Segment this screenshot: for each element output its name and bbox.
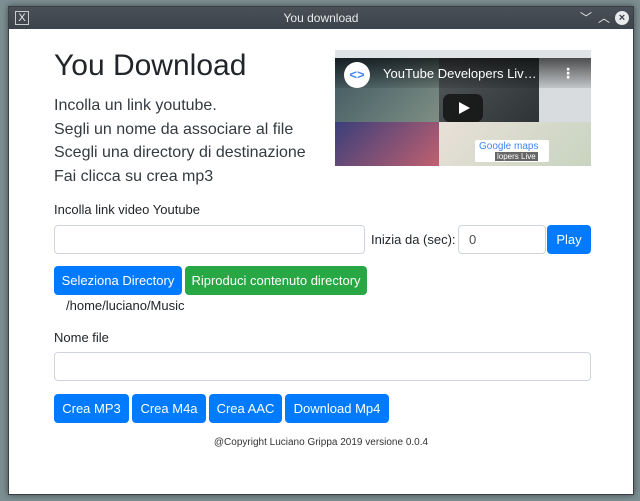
create-aac-button[interactable]: Crea AAC — [209, 394, 282, 423]
page-title: You Download — [54, 49, 247, 82]
select-directory-button[interactable]: Seleziona Directory — [54, 266, 182, 295]
minimize-icon[interactable]: ﹀ — [577, 9, 595, 27]
close-icon[interactable]: × — [615, 11, 629, 25]
youtube-dev-logo-icon: <> — [344, 62, 370, 88]
instruction-4: Fai clicca su crea mp3 — [54, 168, 214, 185]
instruction-1: Incolla un link youtube. — [54, 97, 217, 114]
link-label: Incolla link video Youtube — [54, 202, 201, 217]
play-directory-button[interactable]: Riproduci contenuto directory — [185, 266, 367, 295]
copyright-footer: @Copyright Luciano Grippa 2019 versione … — [213, 437, 429, 448]
download-mp4-button[interactable]: Download Mp4 — [285, 394, 389, 423]
more-options-icon[interactable]: ⋮ — [561, 65, 575, 82]
youtube-link-input[interactable] — [54, 225, 365, 254]
start-time-label: Inizia da (sec): — [371, 232, 456, 247]
live-label: lopers Live — [495, 152, 538, 161]
play-video-icon[interactable] — [443, 94, 483, 122]
app-window: X You download ﹀ ︿ × You Download Incoll… — [8, 6, 634, 495]
video-thumbnail — [335, 122, 439, 166]
title-bar[interactable]: X You download ﹀ ︿ × — [9, 7, 633, 29]
start-time-input[interactable] — [458, 225, 546, 254]
maps-label: Google maps — [479, 141, 539, 152]
filename-input[interactable] — [54, 352, 591, 381]
directory-path: /home/luciano/Music — [66, 298, 185, 313]
play-button[interactable]: Play — [547, 225, 591, 254]
video-thumbnail-bar — [335, 50, 591, 58]
maximize-icon[interactable]: ︿ — [595, 9, 613, 27]
window-title: You download — [283, 11, 359, 25]
video-title: YouTube Developers Liv… — [383, 66, 537, 81]
create-m4a-button[interactable]: Crea M4a — [132, 394, 206, 423]
filename-label: Nome file — [54, 330, 109, 345]
instruction-3: Scegli una directory di destinazione — [54, 144, 306, 161]
create-mp3-button[interactable]: Crea MP3 — [54, 394, 129, 423]
video-player[interactable]: <> YouTube Developers Liv… ⋮ Google maps… — [335, 50, 591, 166]
instruction-2: Segli un nome da associare al file — [54, 121, 294, 138]
